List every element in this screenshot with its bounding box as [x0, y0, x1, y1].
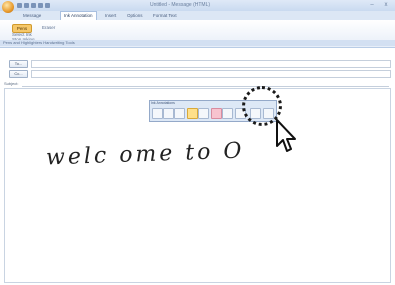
eraser-icon[interactable] — [211, 108, 222, 119]
tab-message[interactable]: Message — [20, 12, 44, 20]
to-field[interactable] — [31, 60, 391, 68]
undo-icon[interactable] — [24, 3, 29, 8]
cc-field[interactable] — [31, 70, 391, 78]
to-button[interactable]: To... — [9, 60, 28, 68]
close-button[interactable]: x — [382, 2, 390, 8]
cc-button[interactable]: Cc... — [9, 70, 28, 78]
pen-style-icon[interactable] — [174, 108, 185, 119]
next-icon[interactable] — [45, 3, 50, 8]
office-button[interactable] — [2, 1, 14, 13]
tab-ink-annotation[interactable]: Ink Annotation — [60, 11, 97, 20]
eraser-button[interactable]: Eraser — [42, 25, 55, 30]
window-title: Untitled - Message (HTML) — [150, 2, 211, 8]
select-objects-icon[interactable] — [222, 108, 233, 119]
save-icon[interactable] — [17, 3, 22, 8]
highlighter-color-icon[interactable] — [198, 108, 209, 119]
pen-tool-icon[interactable] — [152, 108, 163, 119]
redo-icon[interactable] — [31, 3, 36, 8]
ink-toolbar-title: Ink Annotations — [151, 101, 175, 105]
highlighter-icon[interactable] — [187, 108, 198, 119]
subject-field[interactable] — [22, 81, 389, 87]
tab-options[interactable]: Options — [124, 12, 146, 20]
previous-icon[interactable] — [38, 3, 43, 8]
tab-format-text[interactable]: Format Text — [150, 12, 180, 20]
pen-color-icon[interactable] — [163, 108, 174, 119]
ribbon-group-label: Pens and Highlighters Handwriting Tools — [3, 40, 75, 45]
mouse-pointer-icon — [275, 118, 297, 159]
minimize-button[interactable]: – — [368, 2, 376, 8]
tab-insert[interactable]: Insert — [102, 12, 119, 20]
subject-label: Subject: — [4, 81, 19, 86]
